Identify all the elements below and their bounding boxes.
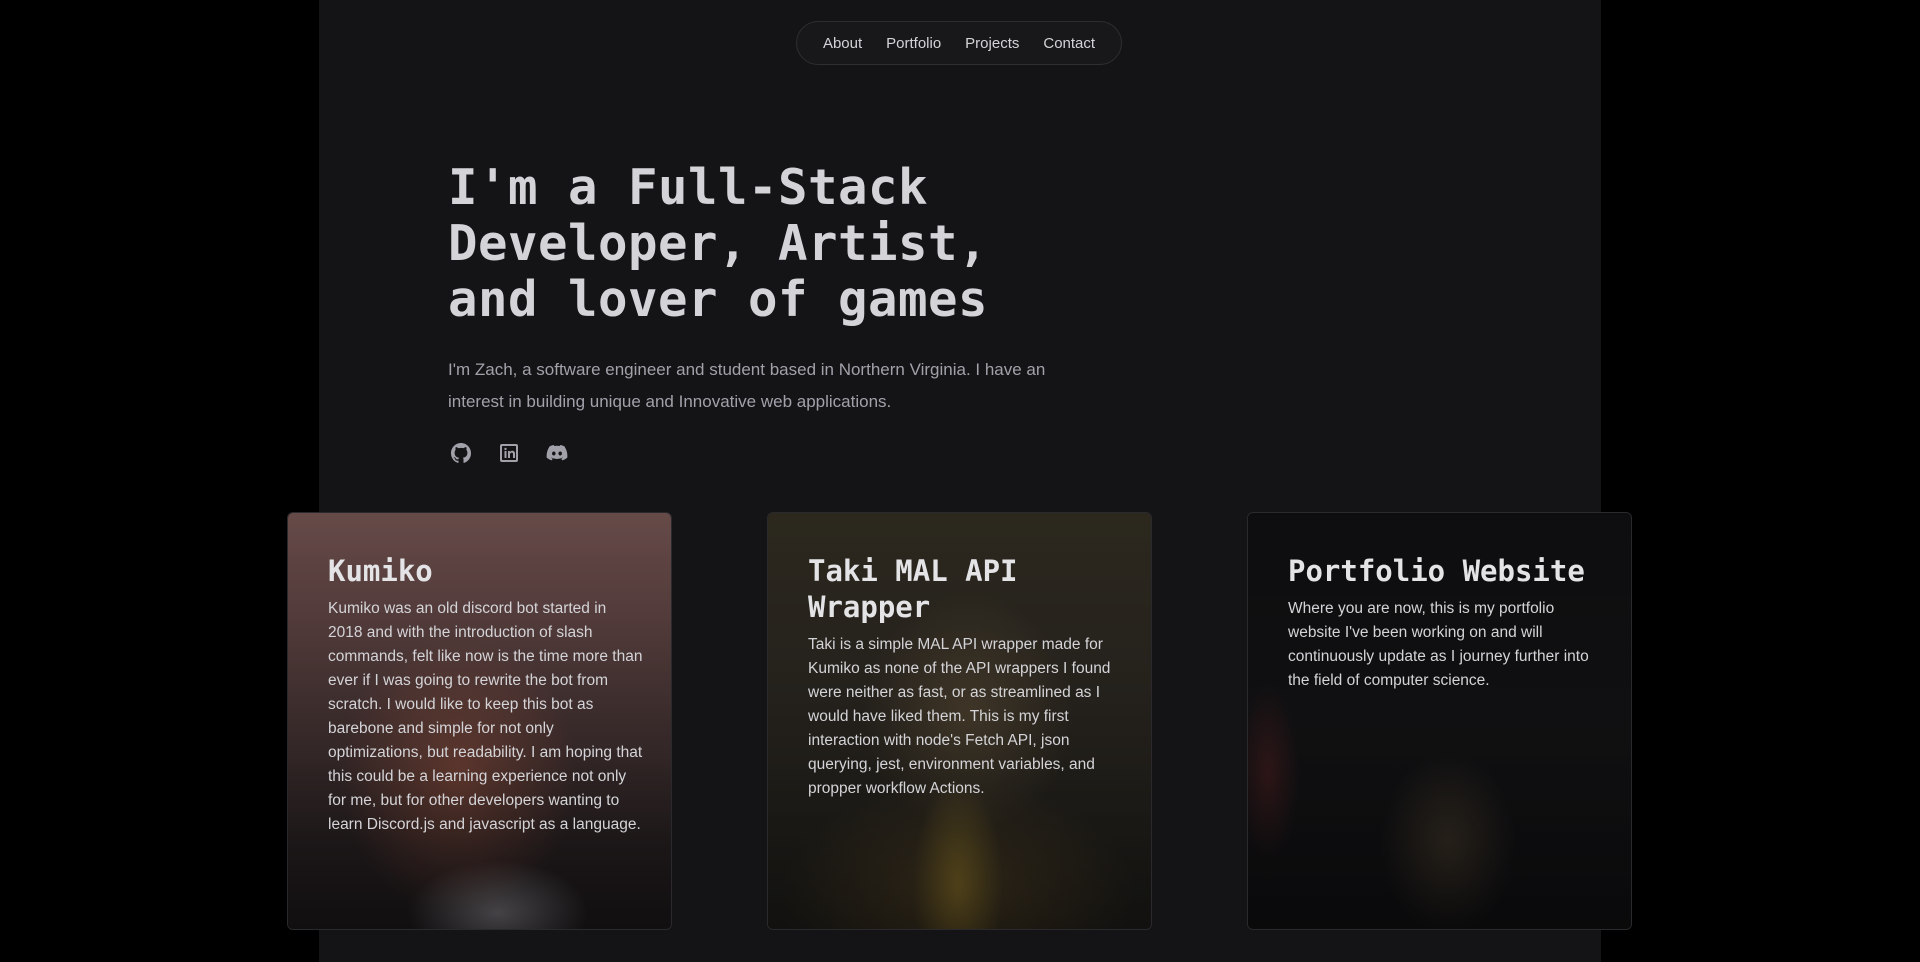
hero-heading: I'm a Full-Stack Developer, Artist, and … xyxy=(448,160,1068,328)
nav-link-portfolio[interactable]: Portfolio xyxy=(886,35,941,52)
project-card-description: Taki is a simple MAL API wrapper made fo… xyxy=(808,636,1111,797)
nav-link-about[interactable]: About xyxy=(823,35,862,52)
project-card-content: Kumiko Kumiko was an old discord bot sta… xyxy=(328,553,645,837)
hero-description: I'm Zach, a software engineer and studen… xyxy=(448,360,1046,411)
project-card-title: Portfolio Website xyxy=(1288,554,1585,588)
project-card-kumiko[interactable]: Kumiko Kumiko was an old discord bot sta… xyxy=(287,512,672,930)
discord-icon[interactable] xyxy=(545,441,569,465)
project-card-description: Where you are now, this is my portfolio … xyxy=(1288,600,1589,689)
top-navigation: About Portfolio Projects Contact xyxy=(796,21,1122,65)
nav-link-contact[interactable]: Contact xyxy=(1043,35,1095,52)
project-card-title: Kumiko xyxy=(328,554,433,588)
nav-link-projects[interactable]: Projects xyxy=(965,35,1019,52)
hero-heading-line-2: Developer, Artist, xyxy=(448,215,989,272)
project-card-title: Taki MAL API Wrapper xyxy=(808,554,1018,624)
project-card-content: Taki MAL API Wrapper Taki is a simple MA… xyxy=(808,553,1125,801)
hero-heading-line-3: and lover of games xyxy=(448,271,989,328)
project-card-description: Kumiko was an old discord bot started in… xyxy=(328,600,643,833)
project-card-taki[interactable]: Taki MAL API Wrapper Taki is a simple MA… xyxy=(767,512,1152,930)
social-links xyxy=(449,441,569,465)
github-icon[interactable] xyxy=(449,441,473,465)
project-card-portfolio-website[interactable]: Portfolio Website Where you are now, thi… xyxy=(1247,512,1632,930)
hero-heading-line-1: I'm a Full-Stack xyxy=(448,159,929,216)
linkedin-icon[interactable] xyxy=(497,441,521,465)
project-card-content: Portfolio Website Where you are now, thi… xyxy=(1288,553,1605,693)
